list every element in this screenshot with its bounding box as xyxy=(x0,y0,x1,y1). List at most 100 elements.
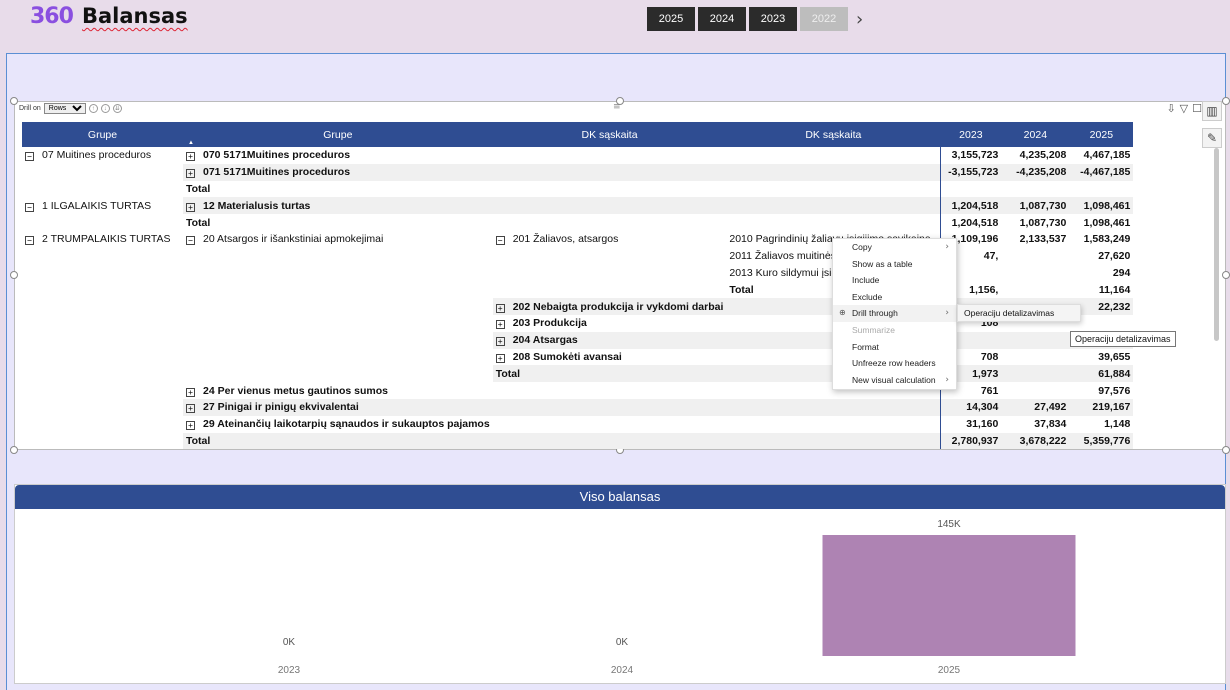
expand-icon[interactable]: + xyxy=(186,421,195,431)
resize-handle[interactable] xyxy=(1222,271,1230,279)
table-cell[interactable]: 31,160 xyxy=(940,416,1001,433)
table-cell[interactable] xyxy=(726,432,941,450)
table-cell[interactable] xyxy=(726,163,941,181)
table-cell[interactable]: Total xyxy=(492,365,727,383)
table-cell[interactable]: Total xyxy=(183,181,493,198)
filter-icon[interactable]: ▽ xyxy=(1180,102,1188,115)
focus-mode-icon[interactable]: ☐ xyxy=(1192,102,1202,115)
table-cell[interactable] xyxy=(183,332,493,349)
resize-handle[interactable] xyxy=(10,97,18,105)
table-cell[interactable]: +203 Produkcija xyxy=(493,315,727,332)
bar-2025[interactable] xyxy=(822,535,1076,656)
table-cell[interactable] xyxy=(726,214,941,231)
column-header-year[interactable]: 2025 xyxy=(1069,122,1134,147)
table-cell[interactable]: 1,087,730 xyxy=(1001,214,1069,231)
table-cell[interactable]: +204 Atsargas xyxy=(492,331,727,349)
column-header-year[interactable]: 2024 xyxy=(1001,122,1070,147)
table-cell[interactable] xyxy=(183,365,493,382)
table-cell[interactable] xyxy=(22,214,183,231)
table-cell[interactable] xyxy=(726,415,941,433)
table-cell[interactable]: +202 Nebaigta produkcija ir vykdomi darb… xyxy=(492,298,727,315)
table-cell[interactable] xyxy=(726,197,941,215)
table-cell[interactable] xyxy=(1001,265,1069,282)
table-cell[interactable] xyxy=(1001,382,1069,399)
table-cell[interactable]: 11,164 xyxy=(1069,281,1133,298)
resize-handle[interactable] xyxy=(10,446,18,454)
table-cell[interactable]: -4,235,208 xyxy=(1001,163,1070,181)
table-cell[interactable] xyxy=(22,399,183,416)
table-cell[interactable]: 1,204,518 xyxy=(940,214,1001,231)
table-cell[interactable] xyxy=(22,181,183,198)
table-cell[interactable]: −07 Muitines proceduros xyxy=(22,147,183,164)
table-cell[interactable] xyxy=(492,432,727,450)
table-cell[interactable]: −20 Atsargos ir išankstiniai apmokejimai xyxy=(183,231,493,248)
drill-mode-icon[interactable]: ⇩ xyxy=(1166,102,1175,115)
table-cell[interactable]: 27,620 xyxy=(1069,248,1133,265)
table-cell[interactable] xyxy=(183,281,493,298)
table-cell[interactable]: 39,655 xyxy=(1069,349,1133,366)
table-cell[interactable]: 97,576 xyxy=(1069,382,1133,399)
expand-icon[interactable]: + xyxy=(186,202,195,212)
expand-all-icon[interactable]: ⇊ xyxy=(112,104,122,113)
table-cell[interactable] xyxy=(493,382,727,399)
table-cell[interactable]: −201 Žaliavos, atsargos xyxy=(493,231,727,248)
table-cell[interactable]: 219,167 xyxy=(1069,398,1134,416)
table-cell[interactable] xyxy=(22,248,183,265)
table-row[interactable]: +24 Per vienus metus gautinos sumos 761 97… xyxy=(22,382,1133,399)
collapse-icon[interactable]: − xyxy=(25,152,34,162)
table-cell[interactable] xyxy=(493,181,727,198)
table-cell[interactable] xyxy=(1001,365,1070,383)
table-cell[interactable]: 37,834 xyxy=(1001,416,1069,433)
column-header[interactable]: DK sąskaita xyxy=(492,122,727,147)
menu-item-new-visual-calculation[interactable]: New visual calculation › xyxy=(833,372,956,389)
column-header-year[interactable]: 2023 xyxy=(940,122,1002,147)
table-cell[interactable]: +071 5171Muitines proceduros xyxy=(183,163,493,181)
table-row[interactable]: Total xyxy=(22,180,1133,198)
table-row[interactable]: −1 ILGALAIKIS TURTAS +12 Materialusis tur… xyxy=(22,197,1134,215)
table-cell[interactable]: −2 TRUMPALAIKIS TURTAS xyxy=(22,231,183,248)
expand-icon[interactable]: + xyxy=(186,387,195,397)
column-header[interactable]: Grupe xyxy=(22,122,183,147)
table-cell[interactable]: -4,467,185 xyxy=(1069,163,1134,181)
collapse-icon[interactable]: − xyxy=(186,236,195,246)
menu-item-unfreeze-row-headers[interactable]: Unfreeze row headers xyxy=(833,355,956,372)
expand-icon[interactable]: + xyxy=(186,169,195,179)
table-cell[interactable] xyxy=(183,349,493,366)
table-cell[interactable]: +27 Pinigai ir pinigų ekvivalentai xyxy=(183,398,493,416)
table-cell[interactable]: 1,148 xyxy=(1069,416,1133,433)
table-cell[interactable] xyxy=(493,248,727,265)
table-cell[interactable]: 27,492 xyxy=(1001,398,1070,416)
drill-up-icon[interactable]: ↑ xyxy=(88,104,98,113)
expand-icon[interactable]: + xyxy=(495,353,505,363)
format-brush-icon[interactable]: ✎ xyxy=(1202,128,1222,148)
column-header[interactable]: DK sąskaita xyxy=(726,122,941,147)
table-cell[interactable] xyxy=(492,163,727,181)
resize-handle[interactable] xyxy=(10,271,18,279)
year-tab[interactable]: 2022 xyxy=(800,7,848,31)
table-cell[interactable] xyxy=(183,315,493,332)
menu-item-drill-through[interactable]: ⊕ Drill through › xyxy=(833,305,956,322)
year-tab[interactable]: 2023 xyxy=(749,7,797,31)
table-row[interactable]: Total 1,204,518 1,087,730 1,098,461 xyxy=(22,214,1133,231)
table-cell[interactable] xyxy=(22,332,183,349)
table-cell[interactable] xyxy=(183,265,493,282)
table-cell[interactable]: +29 Ateinančių laikotarpių sąnaudos ir s… xyxy=(183,416,493,433)
table-cell[interactable]: 1,098,461 xyxy=(1069,214,1133,231)
collapse-icon[interactable]: − xyxy=(495,236,505,246)
table-row[interactable]: +204 Atsargas215 xyxy=(22,331,1134,349)
table-cell[interactable]: 14,304 xyxy=(940,398,1002,416)
table-cell[interactable]: +12 Materialusis turtas xyxy=(183,197,493,215)
table-cell[interactable] xyxy=(22,298,183,315)
table-cell[interactable] xyxy=(726,180,941,198)
table-cell[interactable] xyxy=(726,147,941,164)
menu-item-include[interactable]: Include xyxy=(833,272,956,289)
table-cell[interactable]: 4,235,208 xyxy=(1001,147,1069,164)
table-cell[interactable] xyxy=(22,315,183,332)
table-cell[interactable] xyxy=(940,181,1001,198)
table-cell[interactable]: +24 Per vienus metus gautinos sumos xyxy=(183,382,493,399)
collapse-icon[interactable]: − xyxy=(25,236,34,246)
table-cell[interactable] xyxy=(1001,349,1069,366)
table-row[interactable]: +071 5171Muitines proceduros -3,155,723 -4… xyxy=(22,163,1134,181)
table-cell[interactable] xyxy=(1001,248,1069,265)
table-row[interactable]: −07 Muitines proceduros +070 5171Muitines… xyxy=(22,147,1133,164)
